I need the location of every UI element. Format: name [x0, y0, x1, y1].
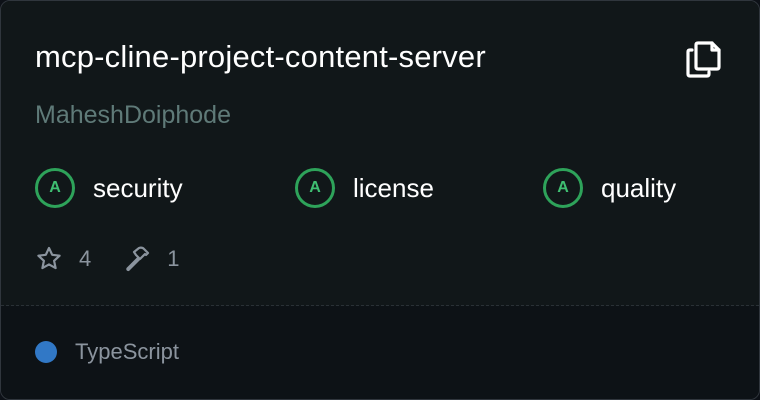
stars-stat: 4 — [35, 245, 91, 273]
language-label: TypeScript — [75, 339, 179, 364]
metric-quality: A quality — [543, 165, 676, 211]
tools-stat: 1 — [123, 245, 180, 273]
metric-label: security — [93, 172, 183, 203]
grade-badge: A — [543, 168, 583, 208]
star-icon — [35, 245, 63, 273]
metric-license: A license — [295, 165, 434, 211]
language-color-dot — [35, 341, 57, 363]
language-indicator: TypeScript — [35, 339, 179, 365]
author-name[interactable]: MaheshDoiphode — [35, 101, 231, 130]
hammer-icon — [123, 245, 151, 273]
server-title[interactable]: mcp-cline-project-content-server — [35, 39, 486, 75]
copy-icon[interactable] — [681, 37, 725, 81]
server-card[interactable]: mcp-cline-project-content-server MaheshD… — [0, 0, 760, 400]
metric-label: license — [353, 172, 434, 203]
tools-count: 1 — [167, 246, 180, 271]
grade-badge: A — [35, 168, 75, 208]
metric-security: A security — [35, 165, 183, 211]
stars-count: 4 — [79, 246, 92, 271]
stats-row: 4 1 — [35, 241, 180, 277]
grade-badge: A — [295, 168, 335, 208]
metric-label: quality — [601, 172, 677, 203]
